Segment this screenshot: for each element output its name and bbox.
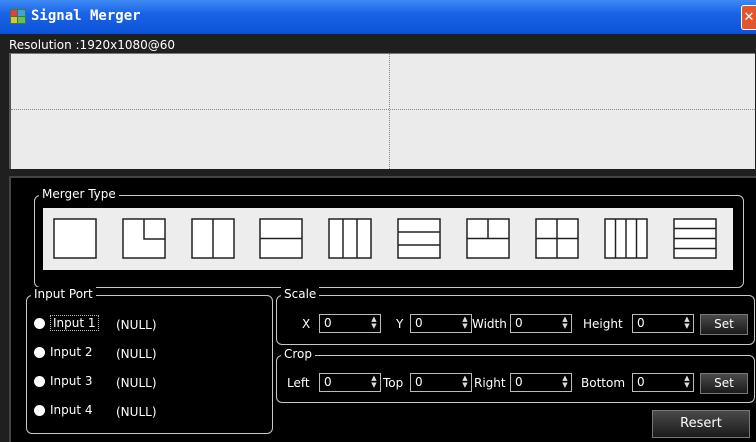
spin-arrows-icon[interactable]: ▲ ▼ — [561, 375, 569, 390]
layout-pip-icon[interactable] — [122, 218, 166, 259]
scale-y-spinbox[interactable]: 0 ▲ ▼ — [410, 314, 472, 333]
radio-circle-icon — [34, 376, 45, 387]
close-icon: ✕ — [743, 10, 755, 25]
input-3-label: Input 3 — [50, 374, 93, 388]
scale-y-label: Y — [396, 317, 404, 331]
crop-left-spinbox[interactable]: 0 ▲ ▼ — [319, 373, 381, 392]
layout-quad-icon[interactable] — [535, 218, 579, 259]
window-title: Signal Merger — [31, 8, 141, 24]
scale-set-button[interactable]: Set — [700, 314, 748, 335]
scale-width-label: Width — [472, 317, 507, 331]
input-1-label: Input 1 — [50, 315, 99, 331]
input-2-value: (NULL) — [116, 347, 157, 361]
merger-type-group: Merger Type — [34, 187, 744, 288]
input-port-label: Input Port — [31, 287, 96, 301]
crop-right-spinbox[interactable]: 0 ▲ ▼ — [510, 373, 572, 392]
resert-button[interactable]: Resert — [652, 410, 750, 438]
spin-arrows-icon[interactable]: ▲ ▼ — [370, 375, 378, 390]
layout-split-2-horizontal-icon[interactable] — [259, 218, 303, 259]
radio-circle-icon — [34, 405, 45, 416]
scale-height-spinbox[interactable]: 0 ▲ ▼ — [632, 314, 694, 333]
input-4-value: (NULL) — [116, 405, 157, 419]
layout-split-4-vertical-icon[interactable] — [604, 218, 648, 259]
title-bar[interactable]: Signal Merger ✕ — [0, 0, 756, 34]
scale-x-spinbox[interactable]: 0 ▲ ▼ — [319, 314, 381, 333]
crop-bottom-spinbox[interactable]: 0 ▲ ▼ — [632, 373, 694, 392]
spin-arrows-icon[interactable]: ▲ ▼ — [683, 375, 691, 390]
merger-type-strip — [43, 208, 733, 270]
scale-width-spinbox[interactable]: 0 ▲ ▼ — [510, 314, 572, 333]
layout-split-2-vertical-icon[interactable] — [191, 218, 235, 259]
radio-circle-icon — [34, 318, 45, 329]
layout-full-icon[interactable] — [53, 218, 97, 259]
scale-x-label: X — [302, 317, 311, 331]
input-4-label: Input 4 — [50, 403, 93, 417]
layout-quad-top-split-icon[interactable] — [466, 218, 510, 259]
crop-set-button[interactable]: Set — [700, 373, 748, 394]
radio-circle-icon — [34, 347, 45, 358]
preview-horizontal-divider — [11, 109, 755, 110]
crop-right-label: Right — [474, 376, 506, 390]
crop-left-label: Left — [287, 376, 310, 390]
merger-type-label: Merger Type — [39, 187, 119, 201]
signal-merger-window: Signal Merger ✕ Resolution :1920x1080@60… — [0, 0, 756, 442]
spin-arrows-icon[interactable]: ▲ ▼ — [461, 375, 469, 390]
crop-bottom-label: Bottom — [581, 376, 626, 390]
layout-split-4-horizontal-icon[interactable] — [673, 218, 717, 259]
output-preview — [9, 53, 755, 169]
spin-arrows-icon[interactable]: ▲ ▼ — [370, 316, 378, 331]
input-1-value: (NULL) — [116, 318, 157, 332]
input-3-value: (NULL) — [116, 376, 157, 390]
crop-label: Crop — [281, 347, 316, 361]
scale-height-label: Height — [583, 317, 623, 331]
preview-vertical-divider — [389, 54, 390, 169]
crop-top-label: Top — [383, 376, 404, 390]
layout-split-3-horizontal-icon[interactable] — [397, 218, 441, 259]
spin-arrows-icon[interactable]: ▲ ▼ — [561, 316, 569, 331]
resolution-label: Resolution :1920x1080@60 — [9, 38, 176, 52]
spin-arrows-icon[interactable]: ▲ ▼ — [683, 316, 691, 331]
input-2-label: Input 2 — [50, 345, 93, 359]
spin-arrows-icon[interactable]: ▲ ▼ — [461, 316, 469, 331]
crop-top-spinbox[interactable]: 0 ▲ ▼ — [410, 373, 472, 392]
close-button[interactable]: ✕ — [741, 5, 756, 30]
scale-label: Scale — [281, 287, 320, 301]
app-icon — [10, 9, 26, 24]
layout-split-3-vertical-icon[interactable] — [328, 218, 372, 259]
